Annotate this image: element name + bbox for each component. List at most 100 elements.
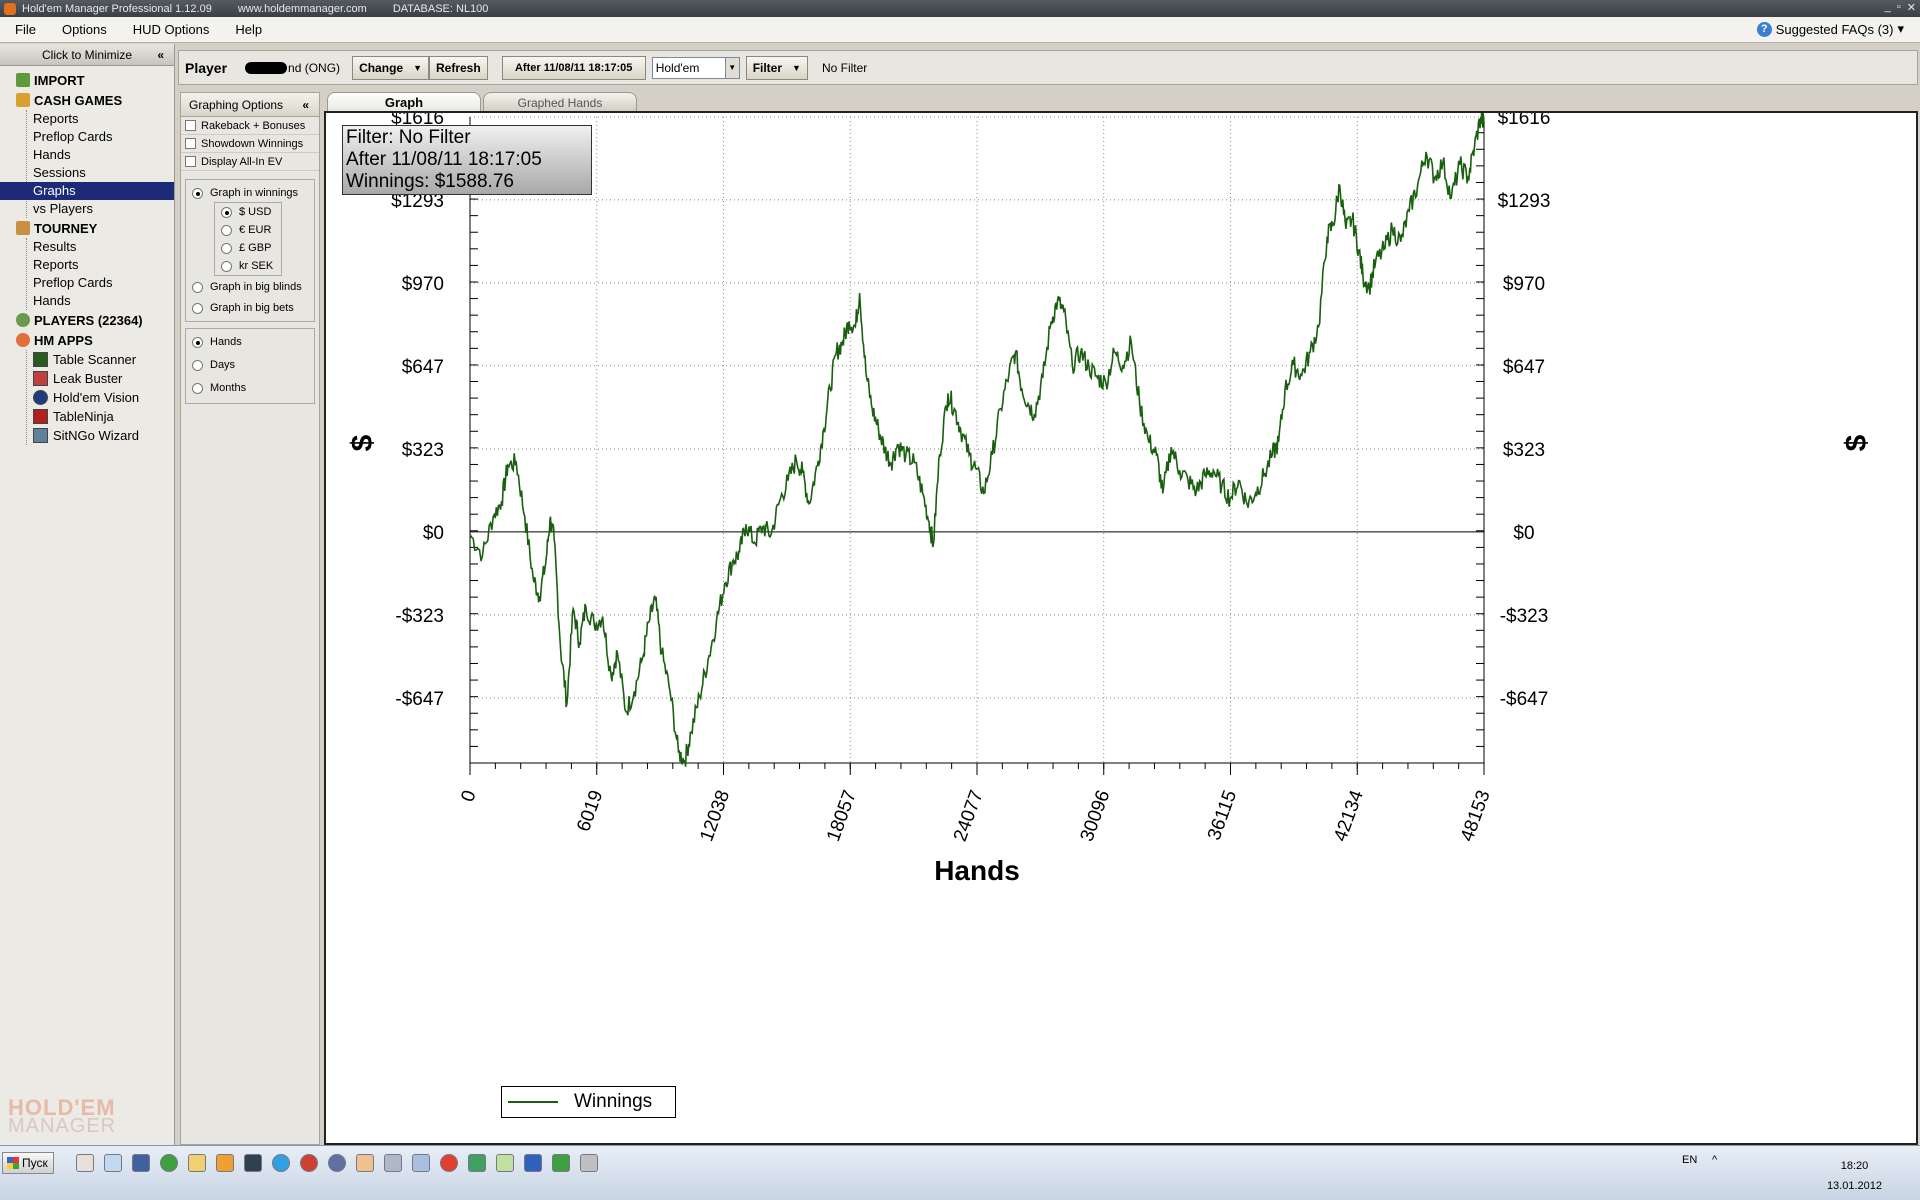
allin-ev-checkbox-row[interactable]: Display All-In EV: [181, 153, 319, 171]
sidebar-item-hands[interactable]: Hands: [0, 146, 174, 164]
desktop-icon[interactable]: [104, 1154, 122, 1172]
x-unit-days-row[interactable]: Days: [186, 356, 314, 374]
media-icon[interactable]: [216, 1154, 234, 1172]
sidebar-tourney[interactable]: TOURNEY: [0, 218, 174, 238]
chrome-icon[interactable]: [440, 1154, 458, 1172]
window-icon[interactable]: [384, 1154, 402, 1172]
sidebar-item-graphs[interactable]: Graphs: [0, 182, 174, 200]
y-tick-label-right: $0: [1513, 523, 1534, 544]
rakeback-checkbox[interactable]: [185, 120, 196, 131]
close-window-icon[interactable]: ✕: [1907, 1, 1916, 14]
holdem-vision-icon: [33, 390, 48, 405]
sidebar-players[interactable]: PLAYERS (22364): [0, 310, 174, 330]
minimize-sidebar-button[interactable]: Click to Minimize «: [0, 44, 174, 66]
language-indicator[interactable]: EN: [1682, 1154, 1697, 1166]
graph-in-big-blinds-radio[interactable]: [192, 281, 203, 293]
x-tick-label: 42134: [1330, 787, 1368, 844]
word-icon[interactable]: [524, 1154, 542, 1172]
app-icon[interactable]: [496, 1154, 514, 1172]
graph-in-big-bets-row[interactable]: Graph in big bets: [186, 299, 314, 317]
sidebar-import[interactable]: IMPORT: [0, 70, 174, 90]
eur-radio[interactable]: [221, 224, 232, 236]
sek-label: kr SEK: [239, 260, 274, 272]
mail-icon[interactable]: [76, 1154, 94, 1172]
sidebar-item-preflop-cards[interactable]: Preflop Cards: [0, 128, 174, 146]
currency-gbp-row[interactable]: £ GBP: [215, 239, 281, 257]
skype-icon[interactable]: [272, 1154, 290, 1172]
date-filter-button[interactable]: After 11/08/11 18:17:05: [501, 55, 646, 80]
sidebar-item-tourney-hands[interactable]: Hands: [0, 292, 174, 310]
x-tick-label: 0: [457, 788, 480, 805]
window-icon[interactable]: [412, 1154, 430, 1172]
app-icon[interactable]: [580, 1154, 598, 1172]
app-icon[interactable]: [328, 1154, 346, 1172]
start-button[interactable]: Пуск: [2, 1152, 54, 1174]
sidebar-cash-games[interactable]: CASH GAMES: [0, 90, 174, 110]
player-name: nd (ONG): [245, 61, 340, 75]
change-player-button[interactable]: Change ▼: [352, 55, 429, 80]
graph-in-winnings-radio[interactable]: [192, 187, 203, 199]
rakeback-checkbox-row[interactable]: Rakeback + Bonuses: [181, 117, 319, 135]
graph-in-big-bets-radio[interactable]: [192, 302, 203, 314]
x-unit-hands-row[interactable]: Hands: [186, 333, 314, 351]
sidebar-item-tourney-results[interactable]: Results: [0, 238, 174, 256]
x-unit-months-row[interactable]: Months: [186, 379, 314, 397]
website-link[interactable]: www.holdemmanager.com: [238, 3, 367, 15]
tab-graph[interactable]: Graph: [327, 92, 481, 112]
sitngo-wizard-icon: [33, 428, 48, 443]
menu-options[interactable]: Options: [47, 22, 118, 37]
folder-icon[interactable]: [188, 1154, 206, 1172]
menu-help[interactable]: Help: [220, 22, 273, 37]
usd-radio[interactable]: [221, 206, 232, 218]
currency-eur-row[interactable]: € EUR: [215, 221, 281, 239]
graphing-options-header[interactable]: Graphing Options «: [181, 93, 319, 117]
sidebar-item-tourney-preflop-cards[interactable]: Preflop Cards: [0, 274, 174, 292]
excel-icon[interactable]: [468, 1154, 486, 1172]
filter-button[interactable]: Filter ▼: [745, 55, 808, 80]
sidebar-item-reports[interactable]: Reports: [0, 110, 174, 128]
players-label: PLAYERS (22364): [34, 312, 143, 328]
double-chevron-left-icon[interactable]: «: [302, 98, 309, 112]
menu-file[interactable]: File: [0, 22, 47, 37]
app-icon[interactable]: [132, 1154, 150, 1172]
maximize-window-icon[interactable]: ▫: [1897, 1, 1901, 14]
holdem-manager-taskbar-icon[interactable]: [356, 1154, 374, 1172]
chevron-down-icon: ▼: [724, 57, 739, 78]
change-label: Change: [359, 60, 404, 75]
app-label: SitNGo Wizard: [53, 428, 139, 443]
app-icon[interactable]: [300, 1154, 318, 1172]
game-type-select[interactable]: Hold'em ▼: [651, 56, 740, 79]
hands-radio[interactable]: [192, 336, 203, 348]
y-tick-label-left: -$647: [395, 689, 444, 710]
allin-ev-checkbox[interactable]: [185, 156, 196, 167]
clock[interactable]: 18:20 13.01.2012: [1827, 1156, 1882, 1196]
chevron-down-icon: ▾: [1897, 21, 1904, 36]
sidebar-item-sessions[interactable]: Sessions: [0, 164, 174, 182]
showdown-checkbox[interactable]: [185, 138, 196, 149]
showdown-checkbox-row[interactable]: Showdown Winnings: [181, 135, 319, 153]
sidebar-item-vs-players[interactable]: vs Players: [0, 200, 174, 218]
chevron-up-icon[interactable]: ^: [1712, 1154, 1717, 1166]
days-radio[interactable]: [192, 359, 203, 371]
hands-label: Hands: [210, 336, 242, 348]
sidebar-item-tourney-reports[interactable]: Reports: [0, 256, 174, 274]
graph-in-winnings-row[interactable]: Graph in winnings: [186, 184, 314, 202]
refresh-button[interactable]: Refresh: [429, 55, 488, 80]
y-tick-label-left: $0: [423, 523, 444, 544]
sidebar-hm-apps[interactable]: HM APPS: [0, 330, 174, 350]
months-radio[interactable]: [192, 382, 203, 394]
terminal-icon[interactable]: [244, 1154, 262, 1172]
gbp-radio[interactable]: [221, 242, 232, 254]
suggested-faqs[interactable]: ? Suggested FAQs (3) ▾: [1756, 21, 1904, 37]
sek-radio[interactable]: [221, 260, 232, 272]
table-scanner-icon: [33, 352, 48, 367]
currency-sek-row[interactable]: kr SEK: [215, 257, 281, 275]
tab-graphed-hands[interactable]: Graphed Hands: [483, 92, 637, 112]
app-icon[interactable]: [552, 1154, 570, 1172]
browser-icon[interactable]: [160, 1154, 178, 1172]
minimize-window-icon[interactable]: _: [1885, 1, 1891, 14]
graph-in-big-blinds-row[interactable]: Graph in big blinds: [186, 278, 314, 296]
holdem-manager-logo: HOLD'EM MANAGER: [8, 1097, 168, 1139]
currency-usd-row[interactable]: $ USD: [215, 203, 281, 221]
menu-hud-options[interactable]: HUD Options: [118, 22, 221, 37]
